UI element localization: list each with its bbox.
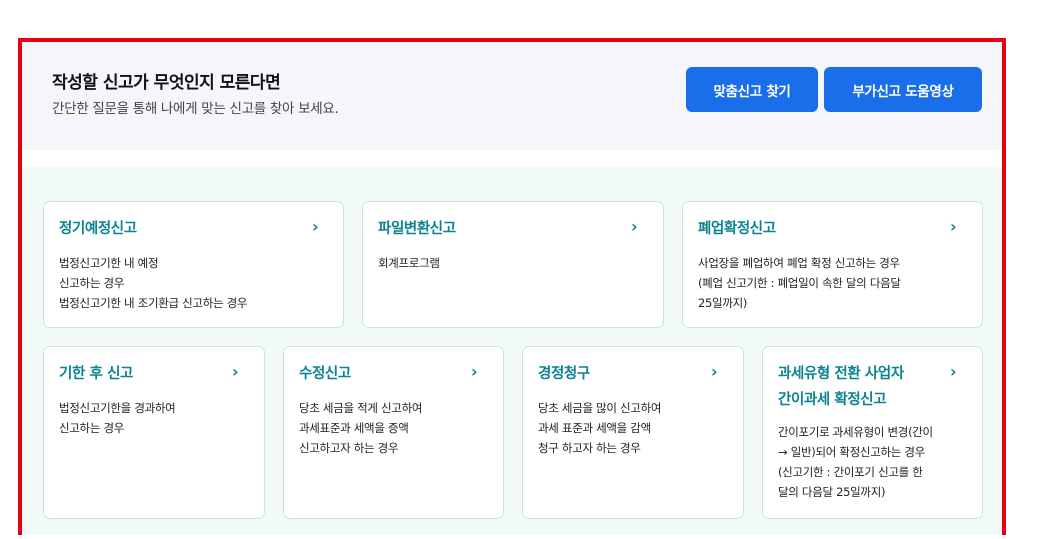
card-title: 수정신고 [299, 366, 351, 382]
chevron-right-icon: › [631, 217, 638, 236]
card-description: 사업장을 폐업하여 폐업 확정 신고하는 경우 (폐업 신고기한 : 폐업일이 … [698, 256, 901, 310]
chevron-right-icon: › [312, 217, 319, 236]
card-title: 과세유형 전환 사업자 간이과세 확정신고 [778, 366, 904, 408]
card-title: 기한 후 신고 [59, 366, 133, 382]
chevron-right-icon: › [711, 362, 718, 381]
chevron-right-icon: › [950, 217, 957, 236]
card-description: 간이포기로 과세유형이 변경(간이 → 일반)되어 확정신고하는 경우 (신고기… [778, 425, 933, 499]
card-description: 당초 세금을 많이 신고하여 과세 표준과 세액을 감액 청구 하고자 하는 경… [538, 401, 662, 455]
card-title: 정기예정신고 [59, 221, 137, 237]
chevron-right-icon: › [471, 362, 478, 381]
report-finder-panel: 작성할 신고가 무엇인지 모른다면 간단한 질문을 통해 나에게 맞는 신고를 … [18, 38, 1006, 535]
header-section: 작성할 신고가 무엇인지 모른다면 간단한 질문을 통해 나에게 맞는 신고를 … [22, 42, 1002, 150]
card-description: 당초 세금을 적게 신고하여 과세표준과 세액을 증액 신고하고자 하는 경우 [299, 401, 423, 455]
card-description: 회계프로그램 [378, 256, 440, 270]
card-correction-request[interactable]: 경정청구 › 당초 세금을 많이 신고하여 과세 표준과 세액을 감액 청구 하… [522, 346, 744, 519]
card-description: 법정신고기한 내 예정 신고하는 경우 법정신고기한 내 조기환급 신고하는 경… [59, 256, 248, 310]
find-custom-report-button[interactable]: 맞춤신고 찾기 [686, 67, 818, 112]
card-late-report[interactable]: 기한 후 신고 › 법정신고기한을 경과하여 신고하는 경우 [43, 346, 265, 519]
report-type-cards: 정기예정신고 › 법정신고기한 내 예정 신고하는 경우 법정신고기한 내 조기… [22, 166, 1002, 535]
card-closure-report[interactable]: 폐업확정신고 › 사업장을 폐업하여 폐업 확정 신고하는 경우 (폐업 신고기… [682, 201, 983, 328]
page-title: 작성할 신고가 무엇인지 모른다면 [52, 73, 281, 93]
chevron-right-icon: › [950, 362, 957, 381]
card-title: 파일변환신고 [378, 221, 456, 237]
card-title: 경정청구 [538, 366, 590, 382]
card-file-conversion-report[interactable]: 파일변환신고 › 회계프로그램 [362, 201, 664, 328]
chevron-right-icon: › [232, 362, 239, 381]
card-type-conversion-report[interactable]: 과세유형 전환 사업자 간이과세 확정신고 › 간이포기로 과세유형이 변경(간… [762, 346, 983, 519]
card-description: 법정신고기한을 경과하여 신고하는 경우 [59, 401, 176, 435]
vat-help-video-button[interactable]: 부가신고 도움영상 [824, 67, 982, 112]
card-title: 폐업확정신고 [698, 221, 776, 237]
card-regular-report[interactable]: 정기예정신고 › 법정신고기한 내 예정 신고하는 경우 법정신고기한 내 조기… [43, 201, 344, 328]
page-subtitle: 간단한 질문을 통해 나에게 맞는 신고를 찾아 보세요. [52, 101, 339, 117]
card-amended-report[interactable]: 수정신고 › 당초 세금을 적게 신고하여 과세표준과 세액을 증액 신고하고자… [283, 346, 504, 519]
